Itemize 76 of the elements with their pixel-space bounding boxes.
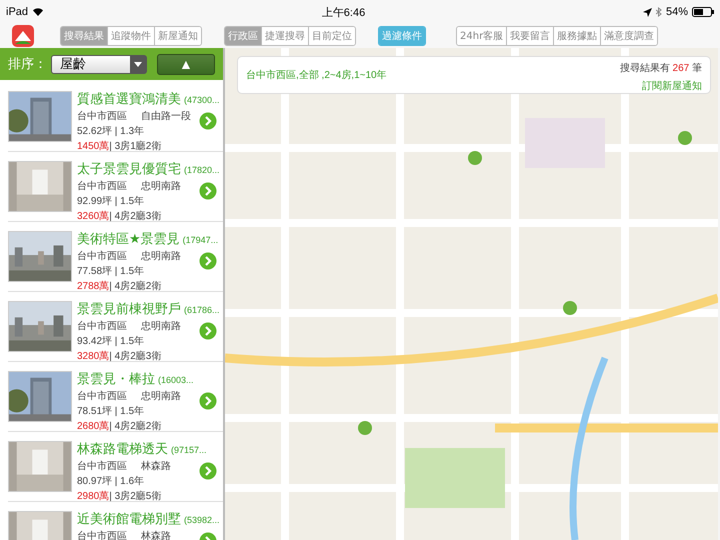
toolbar-tab[interactable]: 追蹤物件	[107, 27, 154, 45]
toolbar-tab[interactable]: 行政區	[225, 27, 261, 45]
listing-road: 忠明南路	[141, 390, 181, 403]
listing-layout: | 4房2廳2衛	[109, 420, 162, 433]
chevron-right-icon[interactable]	[199, 182, 217, 200]
sort-label: 排序：	[8, 55, 47, 73]
listing-price: 1450萬	[77, 140, 110, 153]
listing-title[interactable]: 林森路電梯透天	[77, 440, 168, 458]
chevron-right-icon[interactable]	[199, 252, 217, 270]
listing-title[interactable]: 質感首選寶鴻清美	[77, 90, 181, 108]
listing-price: 2680萬	[77, 420, 110, 433]
listing-code: (47300...	[184, 95, 220, 105]
sort-dropdown[interactable]: 屋齡	[51, 54, 147, 74]
search-criteria: 台中市西區,全部 ,2~4房,1~10年	[246, 68, 387, 82]
clock: 上午6:46	[322, 6, 366, 20]
toolbar-tab[interactable]: 服務據點	[553, 27, 600, 45]
location-icon	[642, 8, 652, 16]
listing-road: 忠明南路	[141, 320, 181, 333]
listing-code: (61786...	[184, 305, 220, 315]
device-name: iPad	[6, 6, 28, 18]
listing-district: 台中市西區	[77, 390, 127, 403]
listing-district: 台中市西區	[77, 460, 127, 473]
chevron-right-icon[interactable]	[199, 392, 217, 410]
listing-size-age: 92.99坪 | 1.5年	[77, 195, 146, 208]
wifi-icon	[32, 7, 44, 17]
listing-code: (17947...	[182, 235, 218, 245]
listing-road: 忠明南路	[141, 250, 181, 263]
listing-title[interactable]: 景雲見前棟視野戶	[77, 300, 181, 318]
listing-road: 自由路一段	[141, 110, 191, 123]
listing-district: 台中市西區	[77, 110, 127, 123]
listing-price: 2980萬	[77, 490, 110, 503]
result-count: 搜尋結果有 267 筆	[620, 62, 702, 75]
listing-size-age: 52.62坪 | 1.3年	[77, 125, 146, 138]
listing-district: 台中市西區	[77, 250, 127, 263]
subscribe-link[interactable]: 訂閱新屋通知	[642, 79, 702, 93]
listing-road: 林森路	[141, 460, 171, 473]
listing-layout: | 4房2廳3衛	[109, 350, 162, 363]
listing-price: 3260萬	[77, 210, 110, 223]
listing-code: (97157...	[171, 445, 207, 455]
listing-code: (17820...	[184, 165, 220, 175]
listing-layout: | 3房2廳5衛	[109, 490, 162, 503]
toolbar-tab[interactable]: 滿意度調查	[600, 27, 658, 45]
toolbar-tab[interactable]: 捷運搜尋	[261, 27, 308, 45]
listing-title[interactable]: 近美術館電梯別墅	[77, 510, 181, 528]
chevron-right-icon[interactable]	[199, 322, 217, 340]
listing-price: 2788萬	[77, 280, 110, 293]
listing-size-age: 77.58坪 | 1.5年	[77, 265, 146, 278]
toolbar-tab[interactable]: 目前定位	[308, 27, 355, 45]
toolbar-tab[interactable]: 搜尋結果	[61, 27, 107, 45]
listing-code: (16003...	[158, 375, 194, 385]
listing-layout: | 4房2廳3衛	[109, 210, 162, 223]
listing-title[interactable]: 太子景雲見優質宅	[77, 160, 181, 178]
listing-price: 3280萬	[77, 350, 110, 363]
sort-order-button[interactable]: ▲	[156, 54, 215, 74]
toolbar-tab[interactable]: 新屋通知	[154, 27, 201, 45]
listing-size-age: 78.51坪 | 1.5年	[77, 405, 146, 418]
bluetooth-icon	[656, 7, 662, 17]
listing-size-age: 80.97坪 | 1.6年	[77, 475, 146, 488]
chevron-right-icon[interactable]	[199, 462, 217, 480]
toolbar-tab[interactable]: 過濾條件	[379, 27, 425, 45]
listing-road: 忠明南路	[141, 180, 181, 193]
listing-district: 台中市西區	[77, 320, 127, 333]
listing-road: 林森路	[141, 530, 171, 540]
listing-layout: | 4房2廳2衛	[109, 280, 162, 293]
listing-layout: | 3房1廳2衛	[109, 140, 162, 153]
listing-code: (53982...	[184, 515, 220, 525]
listing-district: 台中市西區	[77, 530, 127, 540]
toolbar-tab[interactable]: 我要留言	[506, 27, 554, 45]
listing-district: 台中市西區	[77, 180, 127, 193]
listing-title[interactable]: 景雲見・棒拉	[77, 370, 155, 388]
battery-icon	[692, 7, 714, 17]
listing-size-age: 93.42坪 | 1.5年	[77, 335, 146, 348]
chevron-right-icon[interactable]	[199, 112, 217, 130]
listing-title[interactable]: 美術特區★景雲見	[77, 230, 180, 248]
battery-percent: 54%	[666, 6, 688, 18]
toolbar-tab[interactable]: 24hr客服	[457, 27, 506, 45]
